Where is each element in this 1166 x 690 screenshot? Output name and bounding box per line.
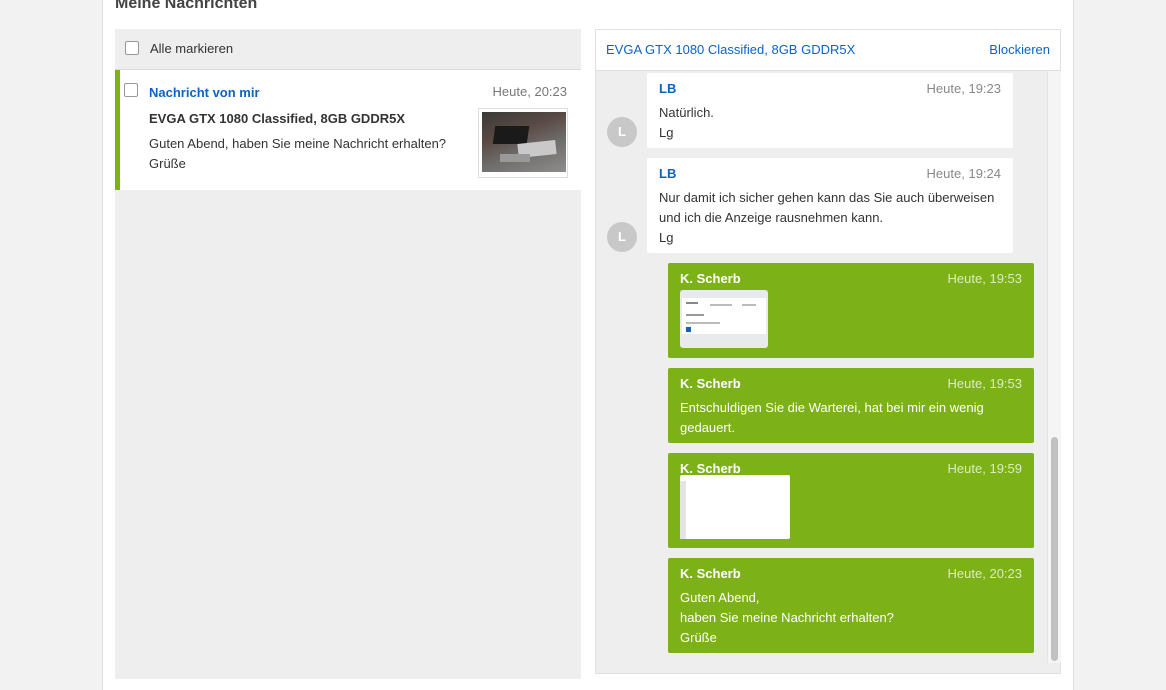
message-line: Entschuldigen Sie die Warterei, hat bei … [680, 400, 984, 415]
message-author: K. Scherb [680, 271, 741, 286]
thread-header: EVGA GTX 1080 Classified, 8GB GDDR5X Blo… [596, 30, 1060, 71]
thread-title-link[interactable]: EVGA GTX 1080 Classified, 8GB GDDR5X [606, 42, 855, 57]
message-line: Grüße [680, 630, 717, 645]
select-all-label[interactable]: Alle markieren [150, 41, 233, 56]
conversation-list-header: Alle markieren [115, 29, 581, 70]
message-time: Heute, 19:24 [926, 166, 1001, 181]
message-line: Guten Abend, [680, 590, 760, 605]
message-author: K. Scherb [680, 461, 741, 476]
message-author: K. Scherb [680, 566, 741, 581]
avatar: L [607, 222, 637, 252]
page-title: Meine Nachrichten [115, 0, 258, 12]
message-incoming: LB Heute, 19:23 Natürlich. Lg [647, 73, 1013, 148]
avatar: L [607, 117, 637, 147]
message-author: K. Scherb [680, 376, 741, 391]
message-body: Nur damit ich sicher gehen kann das Sie … [659, 188, 1001, 248]
message-outgoing: K. Scherb Heute, 19:53 Entschuldigen Sie… [668, 368, 1034, 443]
message-line: Natürlich. [659, 105, 714, 120]
block-user-link[interactable]: Blockieren [989, 42, 1050, 57]
message-thread-panel: EVGA GTX 1080 Classified, 8GB GDDR5X Blo… [595, 29, 1061, 674]
message-body: Entschuldigen Sie die Warterei, hat bei … [680, 398, 1022, 438]
message-time: Heute, 19:53 [947, 271, 1022, 286]
conversation-subject: EVGA GTX 1080 Classified, 8GB GDDR5X [149, 111, 405, 126]
message-line: haben Sie meine Nachricht erhalten? [680, 610, 894, 625]
message-line: Lg [659, 125, 674, 140]
message-body: Guten Abend, haben Sie meine Nachricht e… [680, 588, 1022, 648]
conversation-time: Heute, 20:23 [492, 84, 567, 99]
conversation-sender[interactable]: Nachricht von mir [149, 85, 260, 100]
message-line: und ich die Anzeige rausnehmen kann. [659, 210, 884, 225]
conversation-item[interactable]: Nachricht von mir Heute, 20:23 EVGA GTX … [115, 70, 581, 190]
message-outgoing: K. Scherb Heute, 20:23 Guten Abend, habe… [668, 558, 1034, 653]
preview-line: Grüße [149, 156, 186, 171]
message-outgoing: K. Scherb Heute, 19:53 [668, 263, 1034, 358]
conversation-checkbox[interactable] [124, 83, 138, 97]
message-incoming: LB Heute, 19:24 Nur damit ich sicher geh… [647, 158, 1013, 253]
message-author[interactable]: LB [659, 166, 676, 181]
message-line: gedauert. [680, 420, 735, 435]
message-body: Natürlich. Lg [659, 103, 1001, 143]
conversation-preview: Guten Abend, haben Sie meine Nachricht e… [149, 134, 459, 174]
message-line: Lg [659, 230, 674, 245]
message-time: Heute, 19:23 [926, 81, 1001, 96]
message-outgoing: K. Scherb Heute, 19:59 [668, 453, 1034, 548]
image-attachment[interactable] [680, 475, 790, 539]
message-line: Nur damit ich sicher gehen kann das Sie … [659, 190, 995, 205]
preview-line: Guten Abend, haben Sie meine Nachricht e… [149, 136, 447, 151]
message-time: Heute, 19:53 [947, 376, 1022, 391]
screenshot-attachment[interactable] [680, 290, 768, 348]
conversation-list-panel: Alle markieren Nachricht von mir Heute, … [115, 29, 581, 679]
graphics-card-photo [482, 112, 566, 172]
thread-scrollbar[interactable] [1047, 71, 1061, 663]
message-time: Heute, 20:23 [947, 566, 1022, 581]
message-author[interactable]: LB [659, 81, 676, 96]
message-time: Heute, 19:59 [947, 461, 1022, 476]
select-all-checkbox[interactable] [125, 41, 139, 55]
scrollbar-thumb[interactable] [1051, 437, 1058, 661]
listing-thumbnail[interactable] [478, 108, 568, 178]
